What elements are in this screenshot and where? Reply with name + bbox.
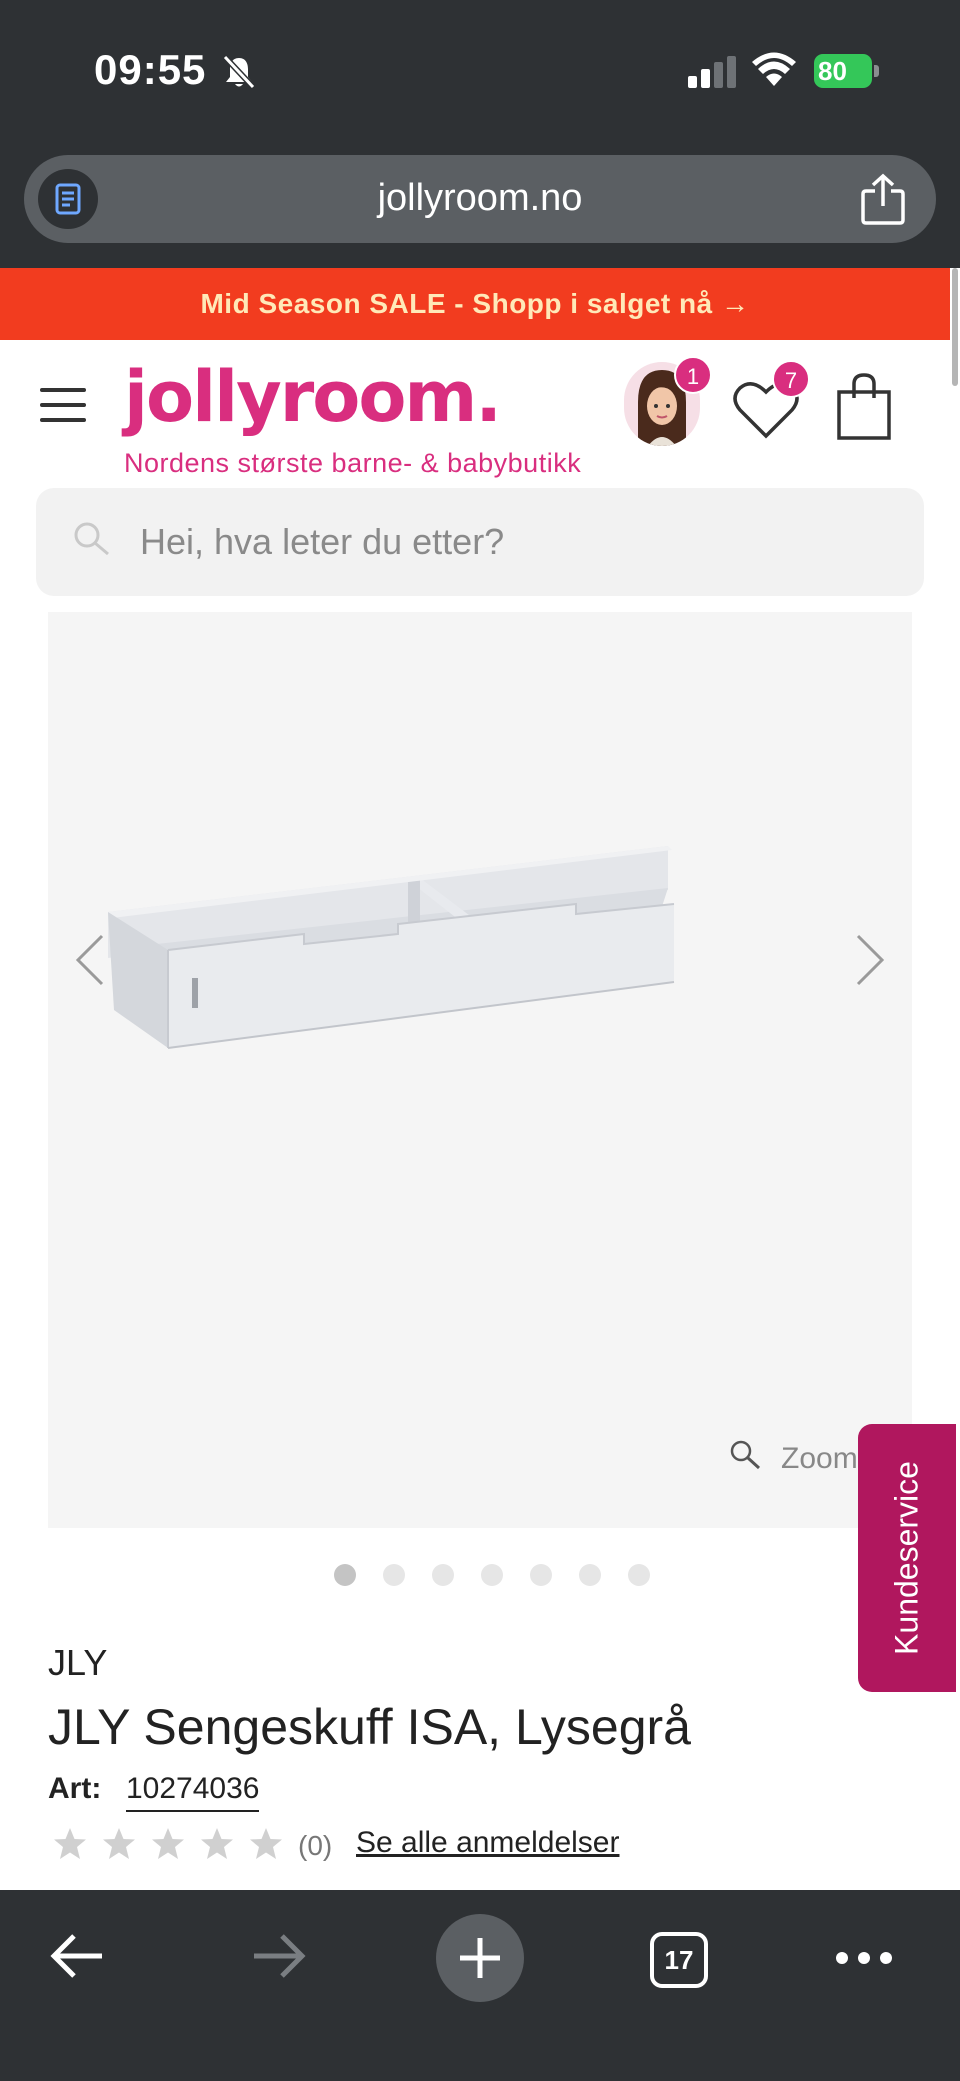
wishlist-badge: 7: [772, 360, 810, 398]
chevron-left-icon[interactable]: [70, 930, 110, 990]
product-image[interactable]: [108, 838, 868, 1138]
zoom-label[interactable]: Zoom: [781, 1442, 858, 1476]
account-badge: 1: [674, 356, 712, 394]
product-title: JLY Sengeskuff ISA, Lysegrå: [48, 1699, 691, 1755]
promo-banner[interactable]: Mid Season SALE - Shopp i salget nå →: [0, 268, 950, 340]
forward-arrow-icon[interactable]: [250, 1928, 308, 1984]
article-label: Art:: [48, 1772, 102, 1805]
gallery-dot[interactable]: [432, 1564, 454, 1586]
star-icon: [54, 1828, 86, 1859]
browser-toolbar: 17: [0, 1890, 960, 2081]
star-icon: [103, 1828, 135, 1859]
share-icon[interactable]: [860, 173, 906, 225]
more-icon[interactable]: [834, 1950, 894, 1966]
promo-text: Mid Season SALE - Shopp i salget nå →: [200, 288, 750, 319]
zoom-icon[interactable]: [728, 1438, 762, 1472]
url-text: jollyroom.no: [377, 177, 583, 219]
bell-muted-icon: [222, 54, 256, 90]
tagline: Nordens største barne- & babybutikk: [124, 448, 582, 478]
article-number[interactable]: 10274036: [126, 1772, 260, 1812]
search-input[interactable]: [140, 516, 840, 568]
gallery-dot[interactable]: [628, 1564, 650, 1586]
product-brand[interactable]: JLY: [48, 1642, 107, 1684]
gallery-dot[interactable]: [530, 1564, 552, 1586]
star-icon: [250, 1828, 282, 1859]
battery-indicator: 80: [814, 54, 879, 88]
browser-address-bar: jollyroom.no: [0, 140, 960, 268]
status-bar: 09:55 80: [0, 0, 960, 140]
customer-service-button[interactable]: Kundeservice: [858, 1424, 956, 1692]
jollyroom-logo[interactable]: jollyroom.: [124, 356, 502, 438]
gallery-dot[interactable]: [383, 1564, 405, 1586]
new-tab-button[interactable]: [436, 1914, 524, 2002]
battery-level: 80: [818, 56, 847, 86]
star-icon: [152, 1828, 184, 1859]
back-arrow-icon[interactable]: [48, 1928, 106, 1984]
search-bar[interactable]: [36, 488, 924, 596]
chevron-right-icon[interactable]: [850, 930, 890, 990]
gallery-dot[interactable]: [334, 1564, 356, 1586]
see-all-reviews-link[interactable]: Se alle anmeldelser: [356, 1826, 619, 1860]
star-icon: [201, 1828, 233, 1859]
search-icon: [74, 522, 109, 556]
product-image-gallery[interactable]: Zoom: [48, 612, 912, 1528]
customer-service-label: Kundeservice: [888, 1461, 925, 1655]
wishlist-button[interactable]: 7: [732, 360, 810, 442]
plus-icon: [460, 1938, 500, 1978]
account-button[interactable]: 1: [624, 356, 712, 446]
shopping-bag-icon[interactable]: [836, 372, 892, 442]
wifi-icon: [752, 52, 796, 86]
gallery-dot[interactable]: [579, 1564, 601, 1586]
url-field[interactable]: jollyroom.no: [24, 155, 936, 243]
cellular-signal-icon: [688, 56, 736, 88]
scroll-thumb[interactable]: [952, 268, 958, 386]
menu-button[interactable]: [40, 388, 86, 422]
status-time: 09:55: [94, 46, 207, 93]
review-count: (0): [298, 1830, 333, 1861]
gallery-dot[interactable]: [481, 1564, 503, 1586]
tab-switcher-button[interactable]: 17: [650, 1932, 708, 1988]
